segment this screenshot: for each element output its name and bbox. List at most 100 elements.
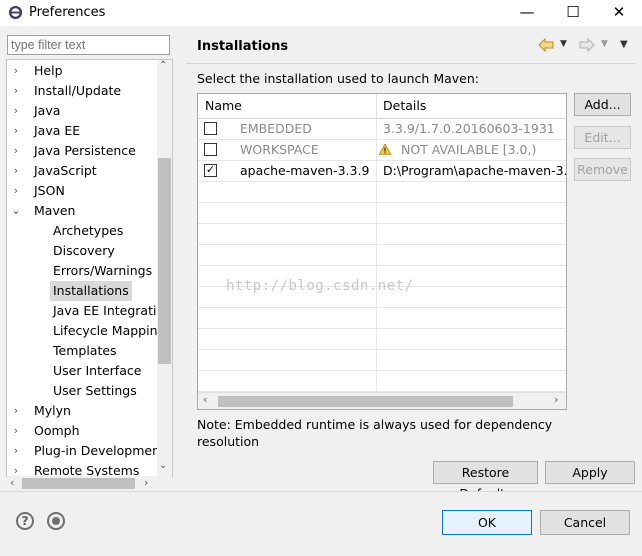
chevron-right-icon[interactable]: › [11, 121, 21, 141]
installation-details: 3.3.9/1.7.0.20160603-1931 [383, 121, 555, 136]
table-row[interactable]: WORKSPACE NOT AVAILABLE [3.0,) [198, 139, 566, 161]
tree-item-label: Maven [34, 203, 76, 218]
table-row [198, 349, 566, 371]
installation-name: EMBEDDED [240, 121, 312, 136]
tree-item[interactable]: › Mylyn [7, 401, 157, 421]
tree-item[interactable]: ⌄ Maven [7, 201, 157, 221]
scroll-left-icon[interactable]: ‹ [10, 476, 14, 489]
record-dot [52, 517, 60, 525]
scroll-right-icon[interactable]: › [144, 476, 148, 489]
tree-item-label: Java [34, 103, 61, 118]
ok-button[interactable]: OK [442, 510, 532, 535]
page-title: Installations [197, 39, 289, 54]
tree-item[interactable]: › Remote Systems [7, 461, 157, 477]
apply-button[interactable]: Apply [545, 461, 635, 484]
tree-vertical-scroll-thumb[interactable] [158, 158, 171, 364]
tree-item-label: Lifecycle Mapping [53, 323, 166, 338]
tree-item[interactable]: › Plug-in Development [7, 441, 165, 461]
chevron-right-icon[interactable]: › [11, 441, 21, 461]
minimize-button[interactable]: — [504, 0, 550, 26]
tree-horizontal-scroll-thumb[interactable] [22, 478, 135, 489]
tree-item-label: Archetypes [53, 223, 124, 238]
row-checkbox[interactable]: ✓ [204, 164, 217, 177]
restore-defaults-button[interactable]: Restore Defaults [433, 461, 538, 501]
column-header-name[interactable]: Name [198, 94, 377, 119]
oomph-record-icon[interactable] [47, 512, 65, 530]
filter-input[interactable] [7, 35, 170, 55]
chevron-right-icon[interactable]: › [11, 81, 21, 101]
tree-item[interactable]: › Install/Update [7, 81, 157, 101]
table-scroll-right-icon[interactable]: › [554, 393, 558, 406]
chevron-right-icon[interactable]: › [11, 401, 21, 421]
tree-item-label: Plug-in Development [34, 443, 165, 458]
chevron-right-icon[interactable]: › [11, 161, 21, 181]
close-button[interactable]: ✕ [596, 0, 642, 26]
tree-item[interactable]: User Interface [7, 361, 157, 381]
table-row [198, 370, 566, 392]
preferences-tree: › Help › Install/Update › Java › Java EE › Java P… [6, 59, 173, 477]
chevron-right-icon[interactable]: › [11, 101, 21, 121]
installation-name: apache-maven-3.3.9 [240, 163, 370, 178]
eclipse-app-icon [8, 5, 23, 20]
back-menu-icon[interactable]: ▼ [560, 39, 567, 49]
tree-item-label: Discovery [53, 243, 115, 258]
installations-table: Name Details EMBEDDED 3.3.9/1.7.0.2016060… [197, 93, 567, 410]
table-row [198, 202, 566, 224]
table-row [198, 181, 566, 203]
row-checkbox[interactable] [204, 122, 217, 135]
installation-details: D:\Program\apache-maven-3.3. [383, 163, 566, 178]
column-header-name-label: Name [205, 98, 242, 113]
add-button[interactable]: Add... [574, 93, 631, 116]
view-menu-icon[interactable]: ▼ [620, 39, 628, 50]
chevron-right-icon[interactable]: › [11, 421, 21, 441]
column-header-details[interactable]: Details [377, 94, 566, 119]
tree-item[interactable]: › Help [7, 61, 157, 81]
chevron-right-icon[interactable]: › [11, 141, 21, 161]
tree-item[interactable]: Archetypes [7, 221, 157, 241]
tree-item[interactable]: › Oomph [7, 421, 157, 441]
chevron-down-icon[interactable]: ⌄ [11, 201, 21, 221]
tree-item[interactable]: Java EE Integration [7, 301, 172, 321]
tree-item[interactable]: Errors/Warnings [7, 261, 157, 281]
table-horizontal-scrollbar[interactable]: ‹ › [198, 392, 566, 409]
table-row[interactable]: EMBEDDED 3.3.9/1.7.0.20160603-1931 [198, 118, 566, 140]
tree-item-label: Remote Systems [34, 463, 140, 477]
tree-item[interactable]: › JavaScript [7, 161, 157, 181]
chevron-right-icon[interactable]: › [11, 61, 21, 81]
installation-name: WORKSPACE [240, 142, 319, 157]
tree-item[interactable]: › Java [7, 101, 157, 121]
tree-item-label: JSON [34, 183, 65, 198]
scroll-up-icon[interactable]: ⌃ [159, 60, 167, 71]
tree-item-label: Templates [53, 343, 117, 358]
window-title: Preferences [29, 5, 106, 20]
tree-item[interactable]: › Java EE [7, 121, 157, 141]
forward-arrow-icon[interactable] [579, 38, 595, 52]
chevron-right-icon[interactable]: › [11, 181, 21, 201]
table-row [198, 328, 566, 350]
table-row [198, 223, 566, 245]
tree-item[interactable]: › JSON [7, 181, 157, 201]
tree-item[interactable]: User Settings [7, 381, 157, 401]
cancel-button[interactable]: Cancel [540, 510, 630, 535]
help-icon[interactable]: ? [16, 512, 34, 530]
scroll-down-icon[interactable]: ⌄ [159, 460, 167, 471]
table-row[interactable]: ✓ apache-maven-3.3.9 D:\Program\apache-mav… [198, 160, 566, 182]
tree-item-label: Oomph [34, 423, 80, 438]
row-checkbox[interactable] [204, 143, 217, 156]
table-scroll-thumb[interactable] [218, 396, 513, 407]
tree-item[interactable]: › Java Persistence [7, 141, 157, 161]
tree-item-label: Java EE Integration [53, 303, 173, 318]
instruction-label: Select the installation used to launch M… [197, 71, 479, 86]
remove-button[interactable]: Remove [574, 158, 631, 181]
chevron-right-icon[interactable]: › [11, 461, 21, 476]
tree-item[interactable]: Discovery [7, 241, 157, 261]
tree-item[interactable]: Installations [7, 281, 157, 301]
edit-button[interactable]: Edit... [574, 126, 631, 149]
forward-menu-icon[interactable]: ▼ [601, 39, 608, 49]
maximize-button[interactable]: ☐ [550, 0, 596, 26]
tree-item[interactable]: Templates [7, 341, 157, 361]
tree-item[interactable]: Lifecycle Mapping [7, 321, 165, 341]
tree-item-label: Install/Update [34, 83, 122, 98]
back-arrow-icon[interactable] [538, 38, 554, 52]
table-scroll-left-icon[interactable]: ‹ [203, 393, 207, 406]
